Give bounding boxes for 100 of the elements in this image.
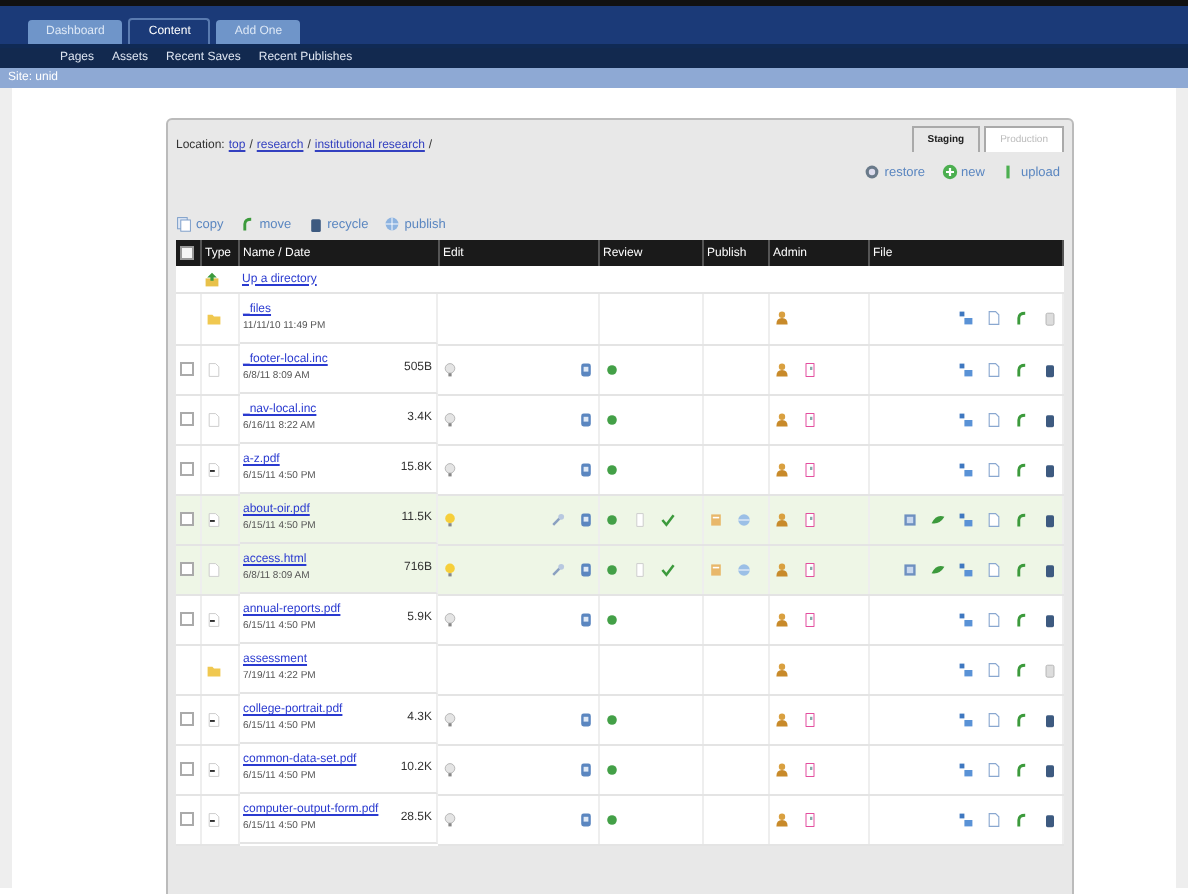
copy-icon[interactable] xyxy=(986,611,1002,627)
person-icon[interactable] xyxy=(773,711,789,727)
hierarchy-icon[interactable] xyxy=(958,561,974,577)
leaf-icon[interactable] xyxy=(930,511,946,527)
document-icon[interactable] xyxy=(801,511,817,527)
person-icon[interactable] xyxy=(773,361,789,377)
hierarchy-icon[interactable] xyxy=(958,711,974,727)
book-icon[interactable] xyxy=(707,511,723,527)
page-icon[interactable] xyxy=(577,811,593,827)
lightbulb-icon[interactable] xyxy=(442,411,458,427)
row-checkbox[interactable] xyxy=(180,361,195,376)
select-all-checkbox[interactable] xyxy=(180,246,194,260)
page-icon[interactable] xyxy=(577,361,593,377)
hierarchy-icon[interactable] xyxy=(958,761,974,777)
copy-icon[interactable] xyxy=(986,661,1002,677)
row-checkbox[interactable] xyxy=(180,711,195,726)
document-icon[interactable] xyxy=(801,711,817,727)
page-icon[interactable] xyxy=(577,761,593,777)
hierarchy-icon[interactable] xyxy=(958,811,974,827)
hierarchy-icon[interactable] xyxy=(958,361,974,377)
status-dot-icon[interactable] xyxy=(603,761,619,777)
person-icon[interactable] xyxy=(773,310,789,327)
person-icon[interactable] xyxy=(773,661,789,677)
copy-icon[interactable] xyxy=(986,511,1002,527)
copy-icon[interactable] xyxy=(986,411,1002,427)
copy-icon[interactable] xyxy=(986,461,1002,477)
copy-icon[interactable] xyxy=(986,361,1002,377)
page-icon[interactable] xyxy=(577,711,593,727)
trash-icon[interactable] xyxy=(1042,361,1058,377)
checkmark-icon[interactable] xyxy=(659,511,675,527)
lightbulb-icon[interactable] xyxy=(442,761,458,777)
copy-icon[interactable] xyxy=(902,561,918,577)
trash-icon[interactable] xyxy=(1042,761,1058,777)
status-dot-icon[interactable] xyxy=(603,361,619,377)
hierarchy-icon[interactable] xyxy=(958,611,974,627)
lightbulb-icon[interactable] xyxy=(442,361,458,377)
trash-icon[interactable] xyxy=(1042,511,1058,527)
page-icon[interactable] xyxy=(577,611,593,627)
lightbulb-icon[interactable] xyxy=(442,511,458,527)
page-icon[interactable] xyxy=(577,461,593,477)
trash-icon[interactable] xyxy=(1042,611,1058,627)
document-icon[interactable] xyxy=(801,761,817,777)
book-icon[interactable] xyxy=(707,561,723,577)
globe-icon[interactable] xyxy=(735,511,751,527)
copy-icon[interactable] xyxy=(986,811,1002,827)
person-icon[interactable] xyxy=(773,761,789,777)
hierarchy-icon[interactable] xyxy=(958,461,974,477)
document-icon[interactable] xyxy=(801,361,817,377)
person-icon[interactable] xyxy=(773,611,789,627)
person-icon[interactable] xyxy=(773,561,789,577)
hierarchy-icon[interactable] xyxy=(958,310,974,327)
document-icon[interactable] xyxy=(801,611,817,627)
copy-icon[interactable] xyxy=(986,310,1002,327)
lightbulb-icon[interactable] xyxy=(442,561,458,577)
status-dot-icon[interactable] xyxy=(603,611,619,627)
hierarchy-icon[interactable] xyxy=(958,411,974,427)
page-icon[interactable] xyxy=(577,561,593,577)
row-checkbox[interactable] xyxy=(180,511,195,526)
lightbulb-icon[interactable] xyxy=(442,611,458,627)
trash-icon[interactable] xyxy=(1042,811,1058,827)
page-icon[interactable] xyxy=(577,511,593,527)
row-checkbox[interactable] xyxy=(180,761,195,776)
row-checkbox[interactable] xyxy=(180,461,195,476)
hierarchy-icon[interactable] xyxy=(958,661,974,677)
document-icon[interactable] xyxy=(801,811,817,827)
trash-icon[interactable] xyxy=(1042,561,1058,577)
row-checkbox[interactable] xyxy=(180,411,195,426)
person-icon[interactable] xyxy=(773,411,789,427)
row-checkbox[interactable] xyxy=(180,611,195,626)
status-dot-icon[interactable] xyxy=(603,461,619,477)
hierarchy-icon[interactable] xyxy=(958,511,974,527)
person-icon[interactable] xyxy=(773,511,789,527)
document-icon[interactable] xyxy=(801,561,817,577)
row-checkbox[interactable] xyxy=(180,811,195,826)
globe-icon[interactable] xyxy=(735,561,751,577)
page-icon[interactable] xyxy=(577,411,593,427)
status-dot-icon[interactable] xyxy=(603,711,619,727)
person-icon[interactable] xyxy=(773,811,789,827)
status-dot-icon[interactable] xyxy=(603,811,619,827)
wrench-icon[interactable] xyxy=(549,511,565,527)
copy-icon[interactable] xyxy=(986,561,1002,577)
status-dot-icon[interactable] xyxy=(603,511,619,527)
wrench-icon[interactable] xyxy=(549,561,565,577)
document-icon[interactable] xyxy=(801,461,817,477)
row-checkbox[interactable] xyxy=(180,561,195,576)
lightbulb-icon[interactable] xyxy=(442,461,458,477)
status-dot-icon[interactable] xyxy=(603,561,619,577)
person-icon[interactable] xyxy=(773,461,789,477)
checkmark-icon[interactable] xyxy=(659,561,675,577)
trash-icon[interactable] xyxy=(1042,411,1058,427)
document-icon[interactable] xyxy=(801,411,817,427)
trash-icon[interactable] xyxy=(1042,711,1058,727)
copy-icon[interactable] xyxy=(986,711,1002,727)
leaf-icon[interactable] xyxy=(930,561,946,577)
status-dot-icon[interactable] xyxy=(603,411,619,427)
lightbulb-icon[interactable] xyxy=(442,711,458,727)
lightbulb-icon[interactable] xyxy=(442,811,458,827)
copy-icon[interactable] xyxy=(902,511,918,527)
copy-icon[interactable] xyxy=(986,761,1002,777)
trash-icon[interactable] xyxy=(1042,461,1058,477)
